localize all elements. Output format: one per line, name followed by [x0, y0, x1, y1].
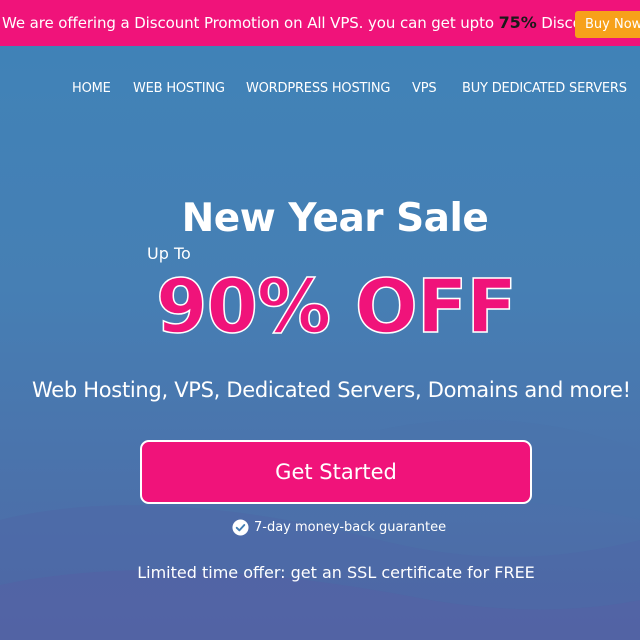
guarantee-note: 7-day money-back guarantee [232, 518, 446, 536]
nav-item-web-hosting[interactable]: WEB HOSTING [133, 81, 225, 96]
hero-subtitle: Web Hosting, VPS, Dedicated Servers, Dom… [32, 378, 631, 402]
ssl-offer-text: Limited time offer: get an SSL certifica… [137, 563, 535, 582]
hero-title: New Year Sale [181, 196, 489, 241]
up-to-label: Up To [147, 244, 191, 263]
nav-item-buy-dedicated-servers[interactable]: BUY DEDICATED SERVERS [462, 81, 627, 96]
page: We are offering a Discount Promotion on … [0, 0, 640, 640]
nav-item-wordpress-hosting[interactable]: WORDPRESS HOSTING [246, 81, 390, 96]
buy-now-button[interactable]: Buy Now [575, 11, 640, 38]
main-nav: HOME WEB HOSTING WORDPRESS HOSTING VPS B… [0, 81, 640, 99]
check-circle-icon [232, 518, 249, 536]
promo-bar: We are offering a Discount Promotion on … [0, 0, 640, 46]
nav-item-home[interactable]: HOME [72, 81, 111, 96]
discount-headline: 90% OFF [155, 263, 517, 351]
promo-message: We are offering a Discount Promotion on … [2, 14, 499, 32]
nav-item-vps[interactable]: VPS [412, 81, 437, 96]
guarantee-text: 7-day money-back guarantee [254, 519, 447, 535]
promo-percent: 75% [498, 13, 537, 32]
get-started-button[interactable]: Get Started [140, 440, 532, 504]
promo-text: We are offering a Discount Promotion on … [2, 13, 606, 32]
